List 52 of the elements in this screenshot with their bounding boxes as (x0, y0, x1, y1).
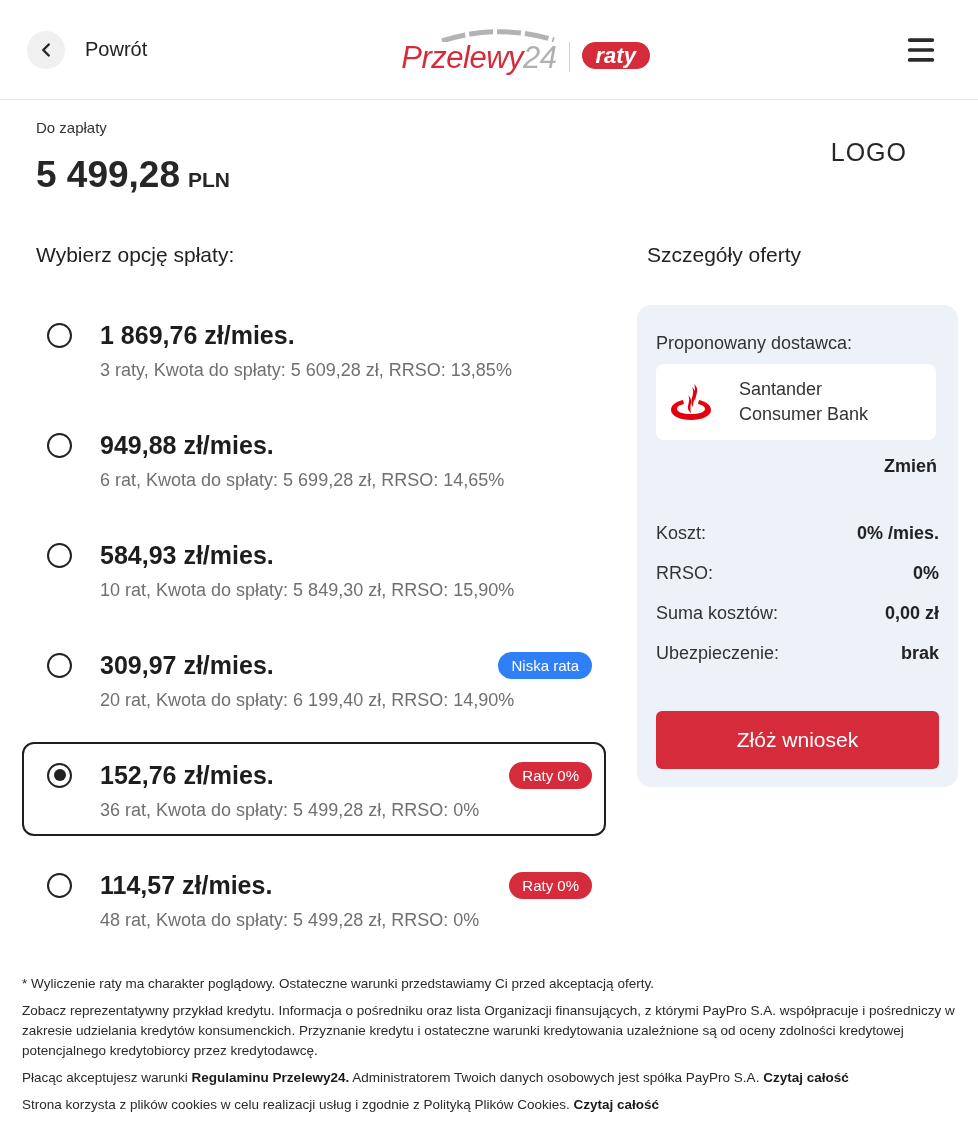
detail-value: 0% /mies. (856, 522, 939, 545)
footer-link[interactable]: Czytaj całość (573, 1097, 660, 1112)
installment-details: 36 rat, Kwota do spłaty: 5 499,28 zł, RRSO: 0% (100, 799, 481, 822)
back-icon (27, 30, 65, 69)
section-title: Szczegóły oferty (646, 242, 803, 268)
installment-amount: 949,88 zł/mies. (100, 430, 275, 460)
installment-amount: 114,57 zł/mies. (100, 870, 274, 900)
merchant-logo: LOGO (830, 138, 907, 166)
radio-button[interactable] (47, 432, 72, 458)
section-title: Wybierz opcję spłaty: (35, 242, 236, 268)
installment-details: 10 rat, Kwota do spłaty: 5 849,30 zł, RRSO: 15,90% (100, 579, 516, 602)
radio-button[interactable] (47, 542, 72, 568)
footer-text: Administratorem Twoich danych osobowych jest spółka PayPro S.A. (352, 1070, 760, 1085)
detail-value: brak (900, 642, 939, 665)
offer-badge: Niska rata (498, 651, 592, 679)
installment-details: 6 rat, Kwota do spłaty: 5 699,28 zł, RRSO: 14,65% (100, 469, 506, 492)
installment-details: 48 rat, Kwota do spłaty: 5 499,28 zł, RRSO: 0% (100, 909, 481, 932)
selected-option-frame[interactable]: 152,76 zł/mies. Raty 0% 36 rat, Kwota do spłaty: 5 499,28 zł, RRSO: 0% (22, 742, 606, 836)
footer-text: Zobacz reprezentatywny przykład kredytu. Informacja o pośredniku oraz lista Organizacji finansujących, z którymi PayPro S.A. współpracuje i pośredniczy w zakresie udzielania kredytów konsumenckich. Przyznanie kredytu i ostateczne warunki kredytowania uzależnione są od oceny zdolności kredytowej potencjalnego kredytobiorcy przez kredytodawcę. (22, 1003, 955, 1058)
footer-text: Płacąc akceptujesz warunki (22, 1070, 188, 1085)
detail-label: Suma kosztów: (656, 602, 779, 625)
footer-link[interactable]: Czytaj całość (763, 1070, 849, 1085)
footer-text: * Wyliczenie raty ma charakter poglądowy. Ostateczne warunki przedstawiamy Ci przed akceptacją oferty. (22, 976, 654, 991)
change-link[interactable]: Zmień (884, 454, 937, 478)
brand-wordmark: Przelewy24 (401, 41, 557, 74)
radio-button[interactable] (47, 652, 72, 678)
provider-label: Proponowany dostawca: (656, 332, 854, 355)
detail-label: RRSO: (656, 562, 713, 585)
installment-details: 3 raty, Kwota do spłaty: 5 609,28 zł, RRSO: 13,85% (100, 359, 513, 382)
detail-value: 0,00 zł (884, 602, 939, 625)
provider-name: Santander Consumer Bank (739, 378, 870, 426)
radio-button[interactable] (47, 762, 72, 788)
amount-label: Do zapłaty (36, 119, 108, 137)
detail-value: 0% (913, 562, 939, 585)
detail-label: Ubezpieczenie: (656, 642, 780, 665)
back-button[interactable]: Powrót (27, 30, 148, 69)
offer-badge: Raty 0% (509, 871, 592, 899)
brand-badge: raty (581, 41, 650, 69)
installment-amount: 584,93 zł/mies. (100, 540, 275, 570)
detail-label: Koszt: (656, 522, 707, 545)
footer-link[interactable]: Regulaminu Przelewy24. (191, 1070, 350, 1085)
amount-value: 5 499,28 PLN (36, 153, 231, 197)
installment-amount: 152,76 zł/mies. (100, 760, 275, 790)
installment-amount: 1 869,76 zł/mies. (100, 320, 296, 350)
installment-details: 20 rat, Kwota do spłaty: 6 199,40 zł, RRSO: 14,90% (100, 689, 516, 712)
radio-button[interactable] (47, 872, 72, 898)
submit-button[interactable]: Złóż wniosek (656, 711, 939, 769)
offer-badge: Raty 0% (509, 761, 592, 789)
footer-text: Strona korzysta z plików cookies w celu realizacji usług i zgodnie z Polityką Plików Cookies. (22, 1097, 570, 1112)
radio-button[interactable] (47, 322, 72, 348)
installment-amount: 309,97 zł/mies. (100, 650, 275, 680)
flame-logo-icon (670, 383, 712, 421)
